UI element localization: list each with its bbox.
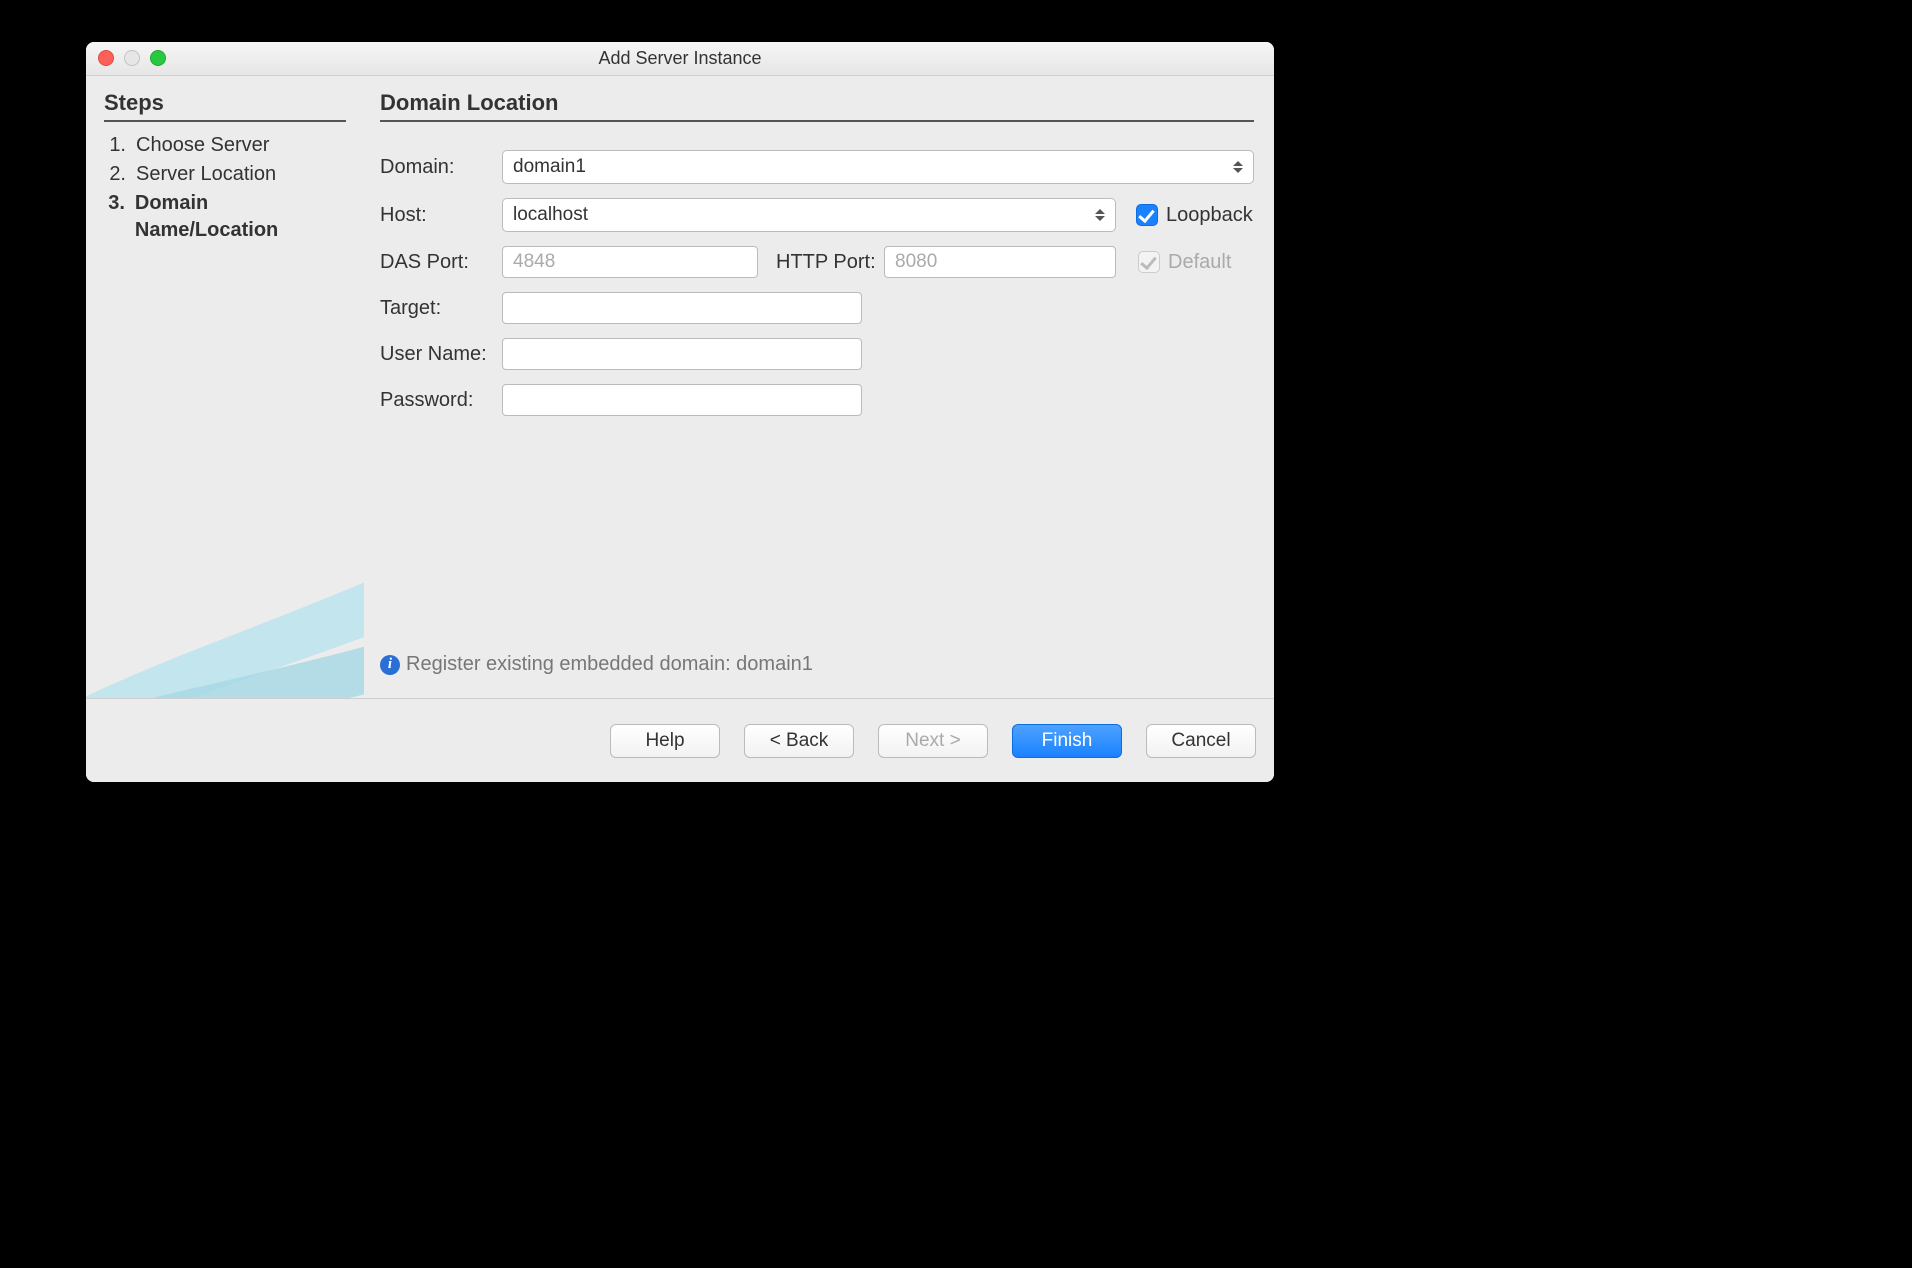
step-label: Server Location bbox=[136, 161, 276, 188]
step-num: 3. bbox=[104, 190, 125, 244]
info-icon: i bbox=[380, 655, 400, 675]
steps-heading: Steps bbox=[104, 90, 346, 122]
finish-button[interactable]: Finish bbox=[1012, 724, 1122, 758]
domain-label: Domain: bbox=[380, 156, 502, 179]
row-ports: DAS Port: HTTP Port: Default bbox=[380, 246, 1254, 278]
step-3: 3. Domain Name/Location bbox=[104, 190, 346, 244]
das-port-input bbox=[502, 246, 758, 278]
http-port-input bbox=[884, 246, 1116, 278]
row-domain: Domain: domain1 bbox=[380, 150, 1254, 184]
close-icon[interactable] bbox=[98, 50, 114, 66]
host-value: localhost bbox=[513, 204, 588, 226]
main-heading: Domain Location bbox=[380, 90, 1254, 122]
host-label: Host: bbox=[380, 204, 502, 227]
info-text: Register existing embedded domain: domai… bbox=[406, 653, 813, 676]
step-label: Choose Server bbox=[136, 132, 269, 159]
content: Steps 1. Choose Server 2. Server Locatio… bbox=[86, 76, 1274, 698]
domain-value: domain1 bbox=[513, 156, 586, 178]
loopback-checkbox[interactable] bbox=[1136, 204, 1158, 226]
row-username: User Name: bbox=[380, 338, 1254, 370]
target-label: Target: bbox=[380, 297, 502, 320]
zoom-icon[interactable] bbox=[150, 50, 166, 66]
step-num: 2. bbox=[104, 161, 126, 188]
http-port-label: HTTP Port: bbox=[776, 251, 884, 274]
password-input[interactable] bbox=[502, 384, 862, 416]
step-label: Domain Name/Location bbox=[135, 190, 346, 244]
host-combo[interactable]: localhost bbox=[502, 198, 1116, 232]
row-password: Password: bbox=[380, 384, 1254, 416]
target-input[interactable] bbox=[502, 292, 862, 324]
chevron-updown-icon bbox=[1231, 157, 1245, 177]
traffic-lights bbox=[98, 50, 166, 66]
das-port-label: DAS Port: bbox=[380, 251, 502, 274]
cancel-button[interactable]: Cancel bbox=[1146, 724, 1256, 758]
step-2: 2. Server Location bbox=[104, 161, 346, 188]
username-label: User Name: bbox=[380, 343, 502, 366]
info-row: i Register existing embedded domain: dom… bbox=[380, 653, 1254, 688]
username-input[interactable] bbox=[502, 338, 862, 370]
next-button: Next > bbox=[878, 724, 988, 758]
step-num: 1. bbox=[104, 132, 126, 159]
chevron-updown-icon bbox=[1093, 205, 1107, 225]
loopback-label: Loopback bbox=[1166, 204, 1253, 227]
back-button[interactable]: < Back bbox=[744, 724, 854, 758]
steps-list: 1. Choose Server 2. Server Location 3. D… bbox=[104, 132, 346, 244]
main-panel: Domain Location Domain: domain1 Host: lo… bbox=[364, 76, 1274, 698]
default-label: Default bbox=[1168, 251, 1231, 274]
form: Domain: domain1 Host: localhost Loopback bbox=[380, 150, 1254, 430]
default-checkbox bbox=[1138, 251, 1160, 273]
help-button[interactable]: Help bbox=[610, 724, 720, 758]
row-target: Target: bbox=[380, 292, 1254, 324]
domain-combo[interactable]: domain1 bbox=[502, 150, 1254, 184]
dialog-window: Add Server Instance Steps 1. Choose Serv… bbox=[86, 42, 1274, 782]
password-label: Password: bbox=[380, 389, 502, 412]
window-title: Add Server Instance bbox=[598, 48, 761, 69]
titlebar: Add Server Instance bbox=[86, 42, 1274, 76]
minimize-icon bbox=[124, 50, 140, 66]
footer: Help < Back Next > Finish Cancel bbox=[86, 698, 1274, 782]
decorative-swoosh bbox=[86, 478, 364, 698]
step-1: 1. Choose Server bbox=[104, 132, 346, 159]
sidebar: Steps 1. Choose Server 2. Server Locatio… bbox=[86, 76, 364, 698]
row-host: Host: localhost Loopback bbox=[380, 198, 1254, 232]
